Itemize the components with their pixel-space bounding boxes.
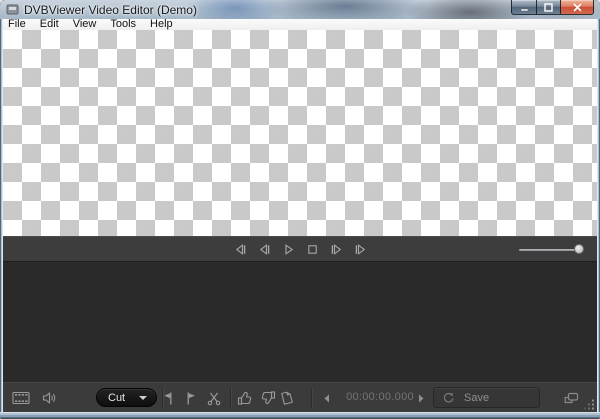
speaker-icon xyxy=(41,391,57,405)
set-end-marker-button[interactable] xyxy=(180,387,202,409)
close-icon xyxy=(573,3,582,12)
cut-scissors-button[interactable] xyxy=(203,387,225,409)
cut-list-button[interactable] xyxy=(275,387,297,409)
refresh-icon xyxy=(442,391,455,404)
time-step-forward-button[interactable] xyxy=(414,389,428,407)
app-icon[interactable] xyxy=(6,3,20,16)
set-end-marker-icon xyxy=(183,391,199,406)
menu-file[interactable]: File xyxy=(1,19,33,30)
audio-track-button[interactable] xyxy=(38,387,60,409)
time-forward-arrow-icon xyxy=(417,394,425,403)
bottom-toolbar: Cut xyxy=(3,382,597,412)
close-button[interactable] xyxy=(561,0,594,15)
edit-mode-selected: Cut xyxy=(97,392,139,404)
thumbs-up-icon xyxy=(237,390,254,406)
scissors-icon xyxy=(206,391,222,406)
menu-view[interactable]: View xyxy=(66,19,104,30)
next-chapter-icon xyxy=(353,242,368,257)
menu-tools[interactable]: Tools xyxy=(103,19,143,30)
previous-chapter-button[interactable] xyxy=(233,242,248,257)
play-button[interactable] xyxy=(281,242,296,257)
step-back-button[interactable] xyxy=(257,242,272,257)
transport-buttons xyxy=(3,237,597,261)
video-preview xyxy=(3,30,597,236)
step-forward-icon xyxy=(329,242,344,257)
window-title: DVBViewer Video Editor (Demo) xyxy=(24,3,197,17)
detach-window-icon xyxy=(562,391,580,406)
detach-window-button[interactable] xyxy=(560,387,582,409)
play-icon xyxy=(281,242,296,257)
resize-grip-icon[interactable] xyxy=(584,399,595,410)
timeline[interactable] xyxy=(3,261,597,382)
step-back-icon xyxy=(257,242,272,257)
menu-help[interactable]: Help xyxy=(143,19,180,30)
volume-slider[interactable] xyxy=(517,237,589,261)
save-label: Save xyxy=(464,392,489,404)
transport-bar xyxy=(3,236,597,261)
maximize-icon xyxy=(544,3,553,12)
minimize-icon xyxy=(520,3,529,12)
video-track-button[interactable] xyxy=(10,387,32,409)
time-back-arrow-icon xyxy=(323,394,331,403)
filmstrip-icon xyxy=(12,391,30,405)
title-bar[interactable]: DVBViewer Video Editor (Demo) xyxy=(0,0,600,19)
step-forward-button[interactable] xyxy=(329,242,344,257)
edit-mode-dropdown[interactable]: Cut xyxy=(96,388,157,407)
keep-segment-button[interactable] xyxy=(234,387,256,409)
set-start-marker-icon xyxy=(160,391,176,406)
volume-knob[interactable] xyxy=(574,244,584,254)
menu-bar: File Edit View Tools Help xyxy=(1,19,599,30)
page-icon xyxy=(278,390,295,406)
stop-button[interactable] xyxy=(305,242,320,257)
chevron-down-icon xyxy=(139,396,147,400)
time-step-back-button[interactable] xyxy=(320,389,334,407)
time-display: 00:00:00.000 xyxy=(342,391,418,403)
separator xyxy=(230,388,231,408)
save-button[interactable]: Save xyxy=(433,387,540,408)
thumbs-down-icon xyxy=(259,390,276,406)
maximize-button[interactable] xyxy=(536,0,561,15)
window-controls xyxy=(511,0,594,15)
separator xyxy=(311,388,312,408)
set-start-marker-button[interactable] xyxy=(157,387,179,409)
stop-icon xyxy=(305,242,320,257)
window-border-bottom xyxy=(0,412,600,419)
previous-chapter-icon xyxy=(233,242,248,257)
window-border-left xyxy=(0,19,3,412)
minimize-button[interactable] xyxy=(511,0,536,15)
app-window: DVBViewer Video Editor (Demo) File Edit xyxy=(0,0,600,419)
next-chapter-button[interactable] xyxy=(353,242,368,257)
volume-track[interactable] xyxy=(519,249,577,251)
menu-edit[interactable]: Edit xyxy=(33,19,66,30)
